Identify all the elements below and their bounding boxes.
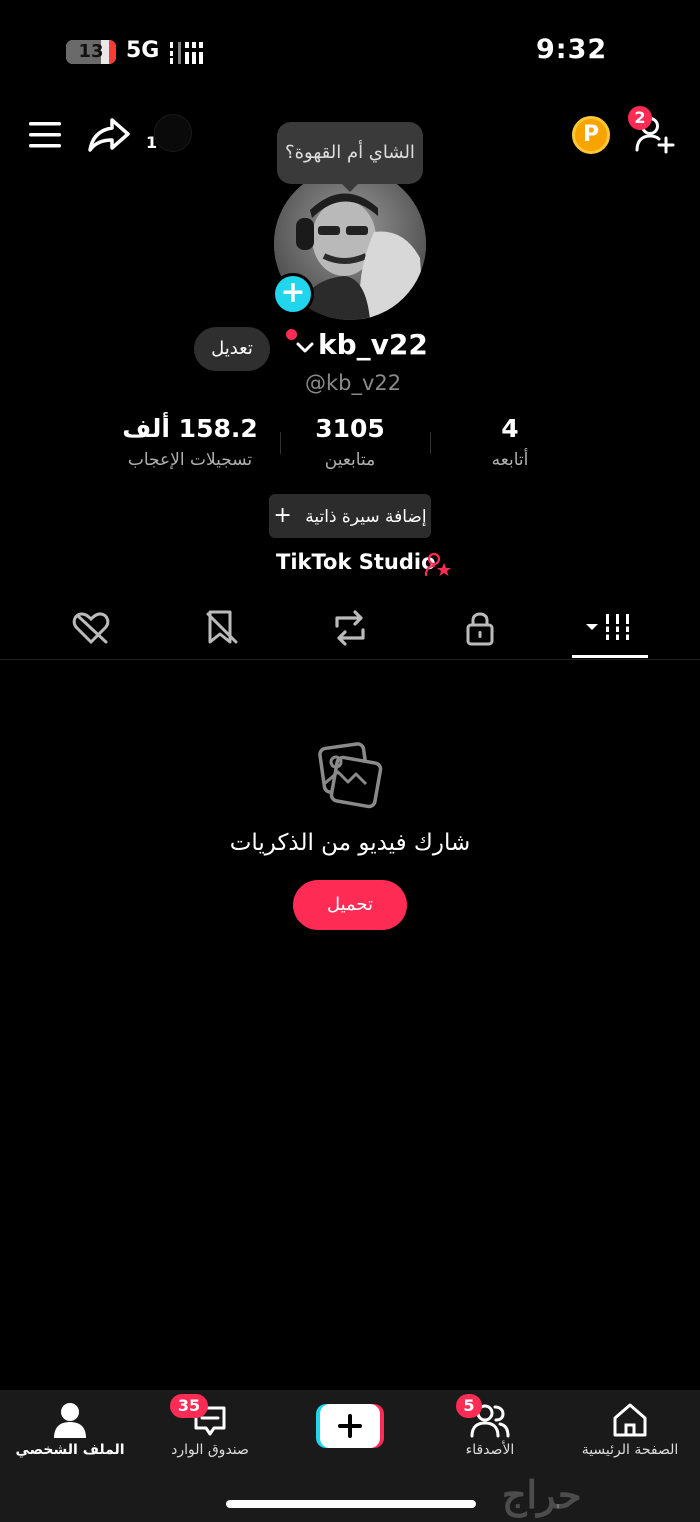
create-plus-icon	[316, 1404, 384, 1448]
nav-home-label: الصفحة الرئيسية	[581, 1442, 679, 1458]
add-bio-button[interactable]: إضافة سيرة ذاتية +	[269, 494, 431, 538]
active-tab-indicator	[572, 655, 648, 658]
inbox-badge: 35	[170, 1394, 208, 1418]
home-icon	[613, 1403, 647, 1437]
tab-divider	[0, 659, 700, 660]
upload-button[interactable]: تحميل	[293, 880, 407, 930]
lock-icon[interactable]	[459, 608, 501, 648]
empty-state-title: شارك فيديو من الذكريات	[229, 830, 471, 856]
menu-icon[interactable]	[24, 114, 66, 156]
battery-level: 13	[78, 41, 104, 62]
following-count[interactable]: 4	[460, 414, 560, 443]
bio-button-label: إضافة سيرة ذاتية	[305, 507, 427, 527]
note-bubble[interactable]: الشاي أم القهوة؟	[277, 122, 423, 192]
friends-badge: 5	[456, 1394, 482, 1418]
status-time: 9:32	[536, 34, 608, 65]
stat-divider	[430, 432, 431, 454]
home-indicator[interactable]	[226, 1500, 476, 1508]
followers-count[interactable]: 3105	[290, 414, 410, 443]
account-switcher-name[interactable]: kb_v22	[318, 328, 428, 361]
photo-memories-icon	[318, 742, 383, 809]
create-button[interactable]	[316, 1404, 384, 1448]
likes-count: 158.2 ألف	[122, 414, 258, 443]
following-label[interactable]: أتابعه	[460, 450, 560, 470]
friend-request-badge: 2	[628, 106, 652, 130]
signal-icon	[170, 42, 203, 64]
tiktok-studio-link[interactable]: TikTok Studio	[276, 550, 436, 574]
coin-icon[interactable]: P	[572, 116, 610, 154]
watermark: حراج	[502, 1472, 582, 1517]
nav-friends-label: الأصدقاء	[465, 1442, 515, 1458]
creator-star-icon	[424, 552, 451, 577]
followers-label[interactable]: متابعين	[290, 450, 410, 470]
profile-icon	[54, 1403, 86, 1438]
story-circle[interactable]	[154, 114, 192, 152]
liked-hidden-icon[interactable]	[70, 608, 112, 648]
nav-inbox[interactable]: صندوق الوارد	[145, 1390, 275, 1480]
likes-label: تسجيلات الإعجاب	[127, 450, 253, 470]
nav-home[interactable]: الصفحة الرئيسية	[565, 1390, 695, 1480]
nav-friends[interactable]: الأصدقاء	[425, 1390, 555, 1480]
plus-icon: +	[273, 503, 292, 528]
share-icon[interactable]	[86, 112, 132, 158]
stat-divider	[280, 432, 281, 454]
add-story-plus-icon[interactable]: +	[272, 273, 314, 315]
battery-indicator: 13	[66, 40, 116, 64]
repost-icon[interactable]	[329, 608, 371, 648]
videos-grid-icon[interactable]	[584, 608, 636, 648]
nav-profile-label: الملف الشخصي	[15, 1442, 125, 1458]
nav-inbox-label: صندوق الوارد	[171, 1442, 249, 1458]
chevron-down-icon[interactable]	[295, 338, 315, 358]
username-handle: @kb_v22	[305, 371, 402, 395]
nav-profile[interactable]: الملف الشخصي	[5, 1390, 135, 1480]
network-type: 5G	[126, 38, 160, 63]
edit-profile-button[interactable]: تعديل	[194, 327, 270, 371]
favorites-hidden-icon[interactable]	[200, 608, 242, 648]
